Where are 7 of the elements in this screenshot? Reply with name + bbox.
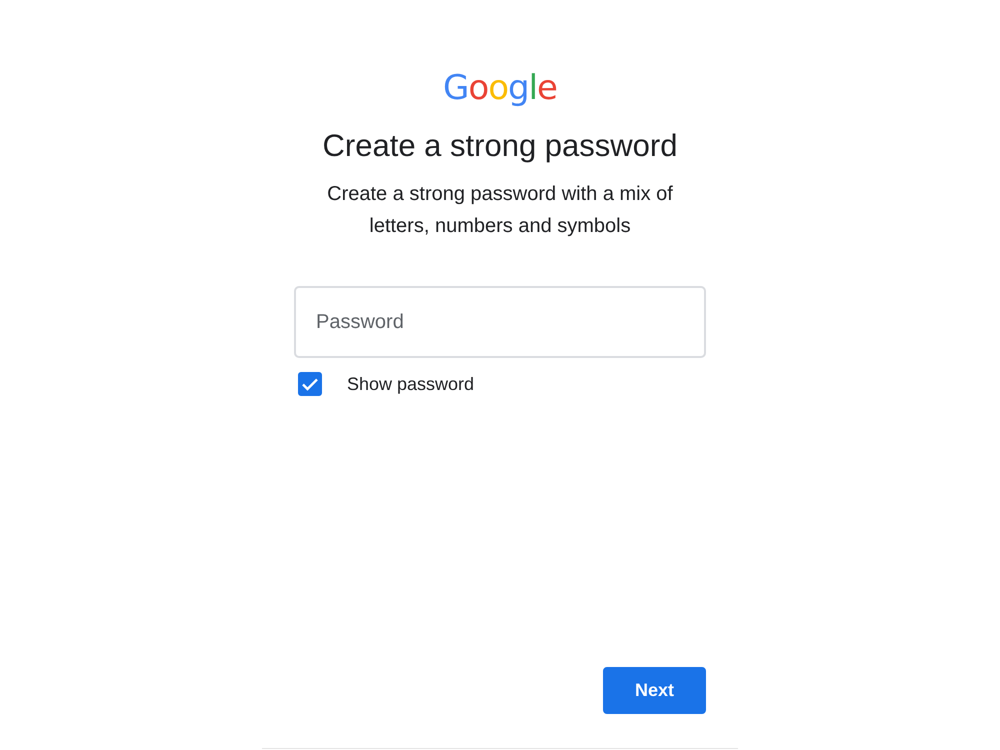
checkbox-label[interactable]: Show password: [347, 374, 474, 394]
subtitle: Create a strong password with a mix of letters, numbers and symbols: [326, 182, 674, 239]
page-title: Create a strong password: [322, 127, 678, 165]
logo: Google: [443, 68, 557, 108]
password-field[interactable]: Password: [294, 286, 706, 358]
checkbox[interactable]: [298, 372, 322, 396]
next-button[interactable]: Next: [602, 667, 706, 714]
